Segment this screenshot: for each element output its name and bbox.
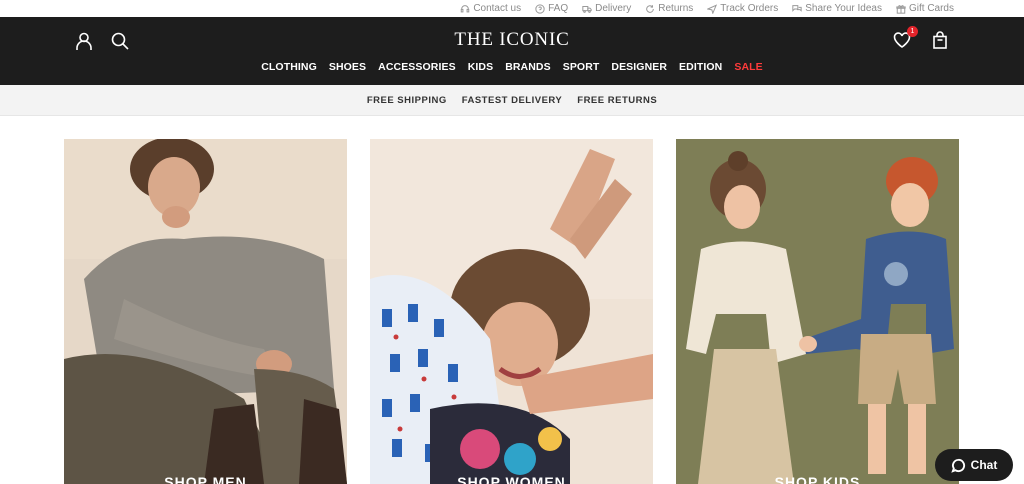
- tile-label-women: SHOP WOMEN: [457, 474, 566, 484]
- contact-us-link[interactable]: Contact us: [460, 3, 521, 14]
- share-ideas-link[interactable]: Share Your Ideas: [792, 3, 882, 14]
- tile-shop-women[interactable]: SHOP WOMEN: [370, 139, 653, 484]
- women-hero-image: [370, 139, 653, 484]
- nav-brands[interactable]: BRANDS: [499, 61, 557, 73]
- main-header: THE ICONIC 1 CLOTHING SHOES ACCESSORIES …: [0, 17, 1024, 85]
- wishlist-button[interactable]: 1: [892, 26, 918, 50]
- wishlist-count-badge: 1: [907, 26, 918, 37]
- nav-designer[interactable]: DESIGNER: [605, 61, 673, 73]
- share-ideas-label: Share Your Ideas: [805, 3, 882, 14]
- delivery-link[interactable]: Delivery: [582, 3, 631, 14]
- bag-button[interactable]: [930, 30, 950, 50]
- faq-label: FAQ: [548, 3, 569, 14]
- tile-label-men: SHOP MEN: [164, 474, 247, 484]
- nav-edition[interactable]: EDITION: [673, 61, 728, 73]
- truck-icon: [582, 5, 592, 13]
- chat-button[interactable]: Chat: [935, 449, 1013, 481]
- category-nav: CLOTHING SHOES ACCESSORIES KIDS BRANDS S…: [0, 61, 1024, 73]
- shopping-bag-icon: [933, 31, 947, 49]
- delivery-label: Delivery: [595, 3, 632, 14]
- site-logo[interactable]: THE ICONIC: [0, 29, 1024, 51]
- header-right-actions: 1: [892, 26, 950, 50]
- men-hero-image: [64, 139, 347, 484]
- nav-accessories[interactable]: ACCESSORIES: [372, 61, 462, 73]
- nav-sport[interactable]: SPORT: [557, 61, 606, 73]
- nav-sale[interactable]: SALE: [728, 61, 768, 73]
- chat-bubbles-icon: [792, 4, 802, 12]
- nav-clothing[interactable]: CLOTHING: [255, 61, 323, 73]
- promo-free-shipping[interactable]: FREE SHIPPING: [367, 95, 447, 106]
- tile-label-kids: SHOP KIDS: [774, 474, 861, 484]
- gift-cards-label: Gift Cards: [908, 3, 954, 14]
- chat-label: Chat: [970, 458, 998, 472]
- nav-kids[interactable]: KIDS: [462, 61, 500, 73]
- chat-bubble-icon: [950, 458, 965, 473]
- track-orders-label: Track Orders: [720, 3, 779, 14]
- nav-shoes[interactable]: SHOES: [323, 61, 372, 73]
- track-orders-link[interactable]: Track Orders: [707, 3, 778, 14]
- returns-label: Returns: [658, 3, 694, 14]
- send-icon: [707, 3, 718, 14]
- contact-us-label: Contact us: [473, 3, 522, 14]
- utility-bar: Contact us FAQ Delivery Returns Track Or…: [0, 0, 1024, 17]
- promo-free-returns[interactable]: FREE RETURNS: [577, 95, 657, 106]
- gift-icon: [896, 4, 906, 14]
- help-circle-icon: [535, 3, 545, 14]
- faq-link[interactable]: FAQ: [535, 3, 568, 14]
- refresh-icon: [646, 4, 655, 13]
- tile-shop-kids[interactable]: SHOP KIDS: [676, 139, 959, 484]
- returns-link[interactable]: Returns: [645, 3, 693, 14]
- tile-shop-men[interactable]: SHOP MEN: [64, 139, 347, 484]
- headset-icon: [461, 4, 470, 12]
- kids-hero-image: [676, 139, 959, 484]
- gift-cards-link[interactable]: Gift Cards: [896, 3, 954, 14]
- promo-fastest-delivery[interactable]: FASTEST DELIVERY: [462, 95, 563, 106]
- promo-bar: FREE SHIPPING FASTEST DELIVERY FREE RETU…: [0, 85, 1024, 116]
